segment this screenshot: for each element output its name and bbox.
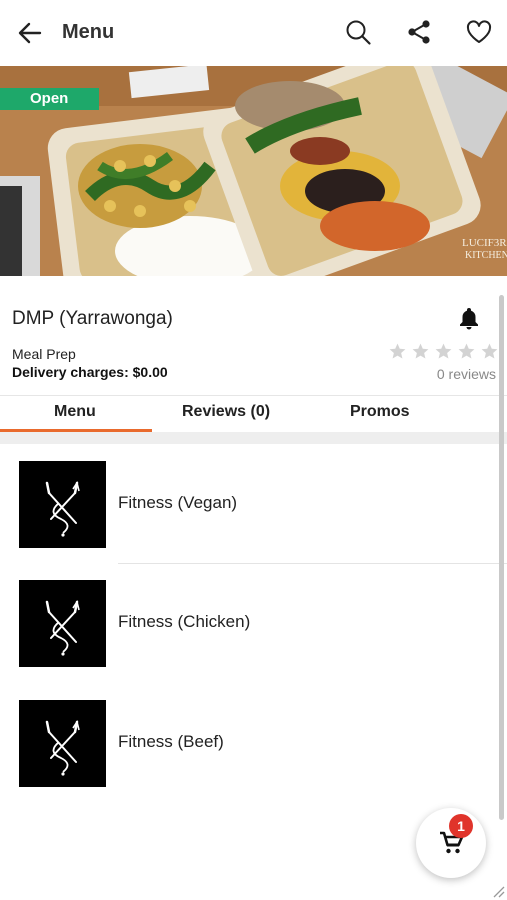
devil-fork-logo-icon: [19, 580, 106, 667]
resize-handle-icon[interactable]: [491, 884, 505, 898]
delivery-charges: Delivery charges: $0.00: [12, 364, 168, 380]
star-icon: [481, 343, 498, 359]
store-name: DMP (Yarrawonga): [12, 308, 173, 329]
menu-item-label: Fitness (Chicken): [118, 612, 251, 631]
arrow-left-icon[interactable]: [16, 19, 44, 47]
section-divider: [0, 432, 507, 444]
open-status-badge: Open: [0, 88, 99, 110]
svg-text:KITCHEN: KITCHEN: [465, 250, 507, 261]
list-item[interactable]: Fitness (Vegan): [0, 444, 507, 548]
store-hero-image: LUCIF3R'S KITCHEN Open: [0, 66, 507, 276]
tab-reviews[interactable]: Reviews (0): [182, 403, 270, 421]
tab-promos[interactable]: Promos: [350, 403, 410, 421]
store-category: Meal Prep: [12, 346, 76, 362]
search-icon[interactable]: [344, 18, 372, 46]
menu-item-label: Fitness (Beef): [118, 732, 224, 751]
cart-count-badge: 1: [449, 814, 473, 838]
app-header: Menu: [0, 0, 507, 66]
page-title: Menu: [62, 21, 115, 43]
rating-stars: [388, 342, 499, 361]
star-icon: [412, 343, 429, 359]
list-item[interactable]: Fitness (Beef): [0, 683, 507, 787]
star-icon: [458, 343, 475, 359]
share-icon[interactable]: [405, 18, 433, 46]
star-icon: [389, 343, 406, 359]
menu-item-label: Fitness (Vegan): [118, 493, 238, 512]
heart-icon[interactable]: [465, 18, 493, 46]
star-icon: [435, 343, 452, 359]
bell-icon[interactable]: [457, 306, 481, 330]
scrollbar[interactable]: [499, 295, 504, 820]
reviews-count[interactable]: 0 reviews: [437, 366, 496, 382]
devil-fork-logo-icon: [19, 461, 106, 548]
lucifers-kitchen-watermark: LUCIF3R'S: [462, 237, 507, 249]
tab-menu[interactable]: Menu: [54, 403, 96, 421]
store-tabs: Menu Reviews (0) Promos: [0, 395, 507, 432]
list-item[interactable]: Fitness (Chicken): [0, 563, 507, 667]
devil-fork-logo-icon: [19, 700, 106, 787]
